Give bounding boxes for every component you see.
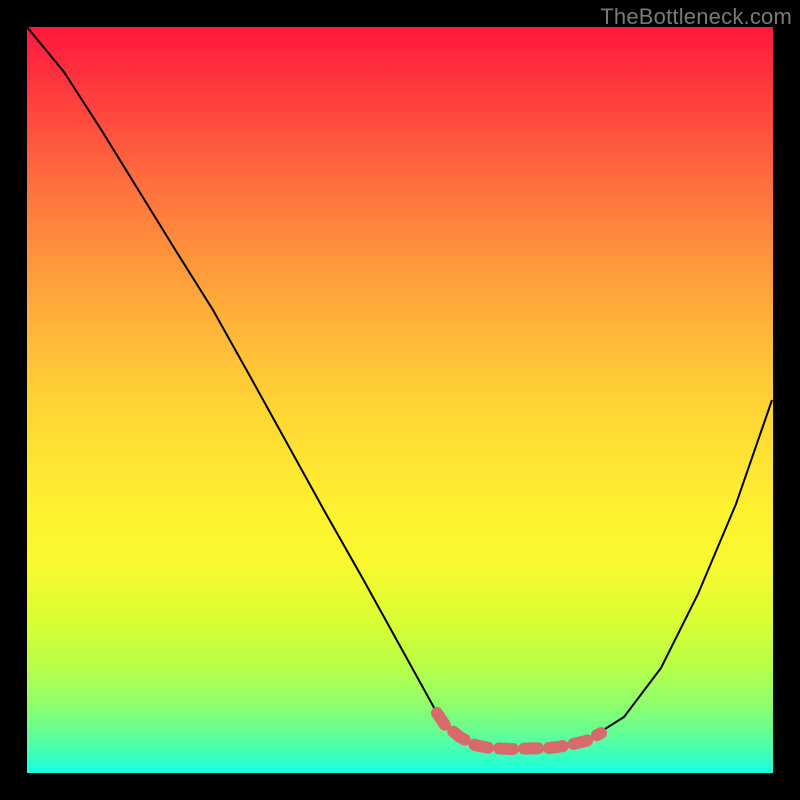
chart-main-curve	[27, 27, 772, 749]
chart-svg	[27, 27, 773, 773]
chart-highlight-curve	[437, 713, 601, 749]
watermark-text: TheBottleneck.com	[600, 4, 792, 30]
